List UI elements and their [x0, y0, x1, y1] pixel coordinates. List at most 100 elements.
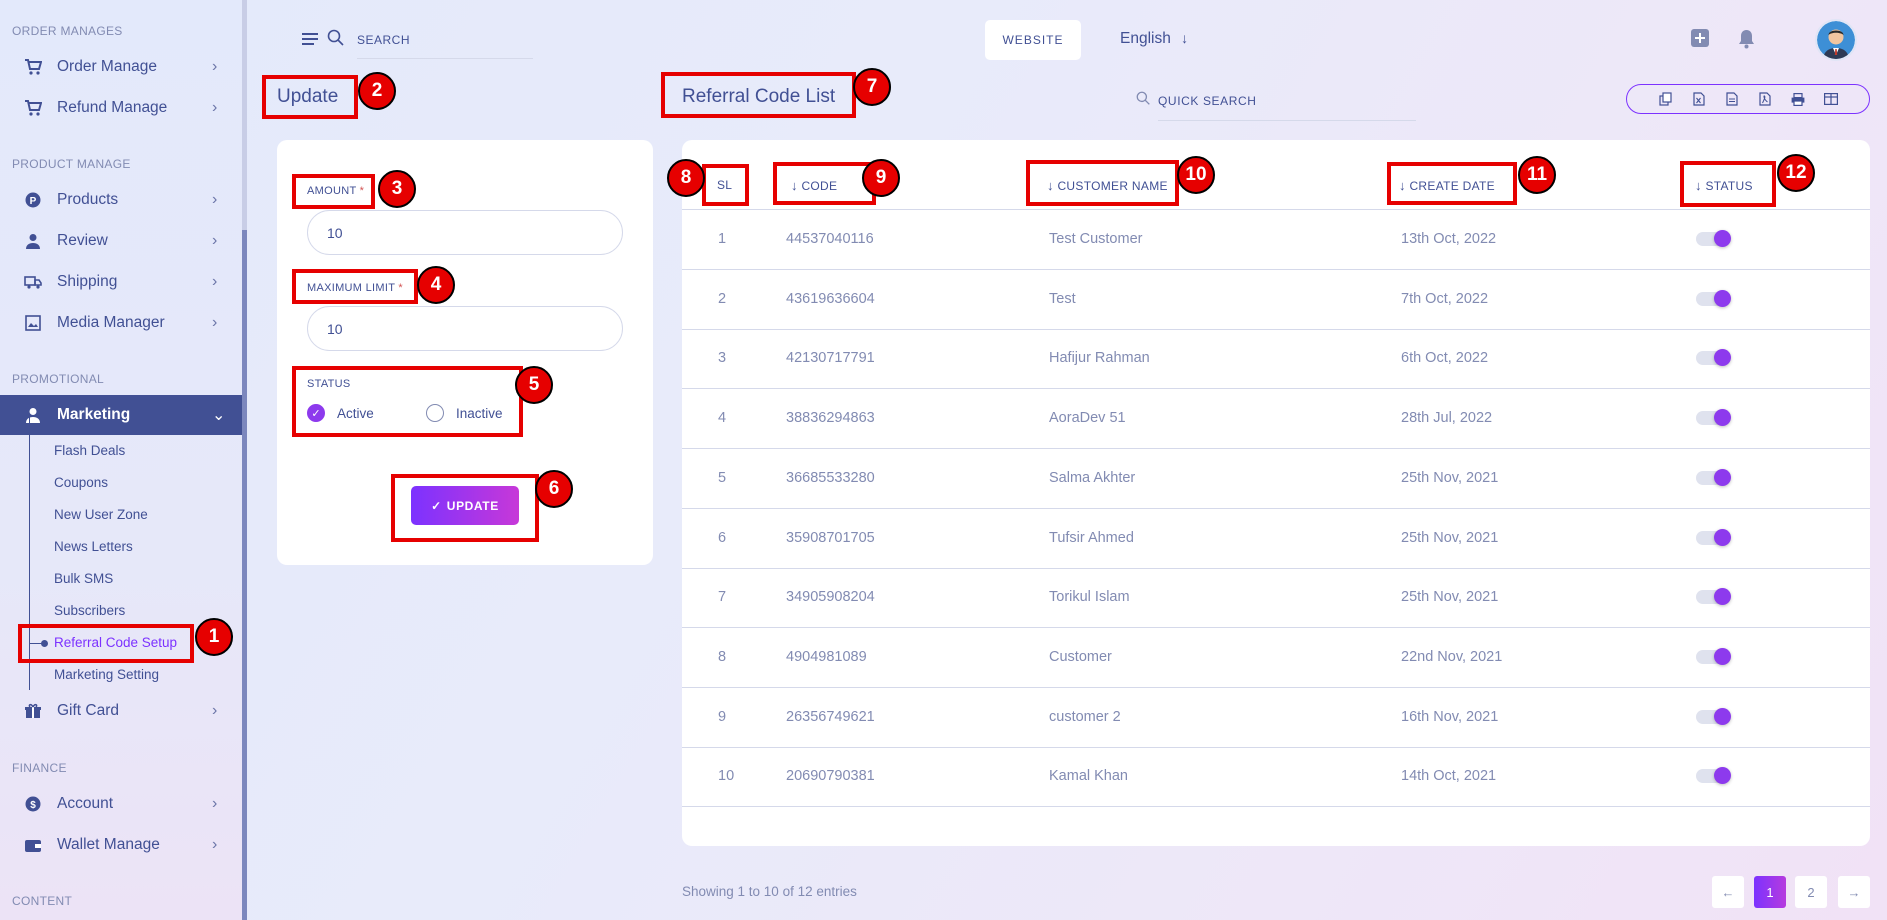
sidebar: ORDER MANAGES Order Manage › Refund Mana…: [0, 0, 242, 920]
sidebar-item-media-manager[interactable]: Media Manager ›: [0, 304, 242, 342]
cell-customer-name: Tufsir Ahmed: [1049, 529, 1134, 546]
cell-sl: 7: [718, 589, 727, 606]
status-toggle[interactable]: [1696, 588, 1731, 606]
cell-code: 26356749621: [786, 708, 875, 725]
submenu-bulk-sms[interactable]: Bulk SMS: [54, 571, 113, 586]
cell-code: 42130717791: [786, 350, 875, 367]
sidebar-item-order-manage[interactable]: Order Manage ›: [0, 48, 242, 86]
table-row[interactable]: 7 34905908204 Torikul Islam 25th Nov, 2021: [682, 568, 1870, 629]
cell-code: 36685533280: [786, 469, 875, 486]
sidebar-scrollbar-thumb[interactable]: [242, 230, 247, 920]
add-square-icon[interactable]: [1691, 29, 1709, 52]
sidebar-item-label: Account: [57, 795, 114, 812]
toggle-knob: [1714, 707, 1731, 725]
status-toggle[interactable]: [1696, 647, 1731, 665]
annotation-badge-1: 1: [195, 618, 233, 656]
cell-sl: 6: [718, 529, 727, 546]
amount-field[interactable]: [307, 210, 623, 255]
chevron-right-icon: ›: [212, 702, 218, 719]
cell-create-date: 25th Nov, 2021: [1401, 529, 1499, 546]
cell-customer-name: customer 2: [1049, 708, 1121, 725]
sidebar-item-marketing[interactable]: Marketing ⌄: [0, 395, 242, 435]
columns-icon[interactable]: [1814, 85, 1847, 113]
chevron-right-icon: ›: [212, 795, 218, 812]
sidebar-item-gift-card[interactable]: Gift Card ›: [0, 692, 242, 730]
quick-search-input[interactable]: [1158, 87, 1416, 121]
chevron-right-icon: ›: [212, 58, 218, 75]
sidebar-item-review[interactable]: Review ›: [0, 222, 242, 260]
table-row[interactable]: 6 35908701705 Tufsir Ahmed 25th Nov, 2021: [682, 509, 1870, 569]
section-content: CONTENT: [12, 894, 73, 908]
arrow-left-icon: ←: [1721, 884, 1735, 900]
table-row[interactable]: 9 26356749621 customer 2 16th Nov, 2021: [682, 688, 1870, 748]
maximum-limit-field[interactable]: [307, 306, 623, 351]
status-toggle[interactable]: [1696, 767, 1731, 785]
submenu-new-user-zone[interactable]: New User Zone: [54, 507, 148, 522]
svg-text:P: P: [30, 196, 37, 207]
sidebar-item-wallet-manage[interactable]: Wallet Manage ›: [0, 826, 242, 864]
annotation-box-8: [702, 164, 749, 206]
sidebar-item-label: Review: [57, 232, 108, 249]
sidebar-item-label: Wallet Manage: [57, 836, 160, 853]
cell-customer-name: Salma Akhter: [1049, 469, 1136, 486]
pagination-page-2[interactable]: 2: [1795, 876, 1827, 908]
wallet-icon: [24, 836, 42, 854]
status-toggle[interactable]: [1696, 230, 1731, 247]
submenu-news-letters[interactable]: News Letters: [54, 539, 133, 554]
pagination-next[interactable]: →: [1838, 876, 1870, 908]
table-row[interactable]: 5 36685533280 Salma Akhter 25th Nov, 2021: [682, 449, 1870, 509]
status-toggle[interactable]: [1696, 468, 1731, 486]
submenu-marketing-setting[interactable]: Marketing Setting: [54, 667, 159, 682]
arrow-down-icon: ↓: [1181, 30, 1189, 46]
submenu-flash-deals[interactable]: Flash Deals: [54, 443, 125, 458]
sidebar-item-account[interactable]: $ Account ›: [0, 785, 242, 823]
table-row[interactable]: 10 20690790381 Kamal Khan 14th Oct, 2021: [682, 747, 1870, 808]
cell-customer-name: Test: [1049, 290, 1076, 307]
pdf-icon[interactable]: [1748, 85, 1781, 113]
search-input[interactable]: [357, 29, 533, 59]
annotation-box-6: [391, 474, 539, 542]
table-row[interactable]: 2 43619636604 Test 7th Oct, 2022: [682, 270, 1870, 330]
annotation-badge-2: 2: [358, 72, 396, 110]
status-toggle[interactable]: [1696, 289, 1731, 307]
chevron-right-icon: ›: [212, 273, 218, 290]
avatar[interactable]: [1815, 19, 1857, 61]
menu-icon[interactable]: [302, 32, 318, 51]
cell-sl: 9: [718, 708, 727, 725]
website-button[interactable]: WEBSITE: [985, 20, 1081, 60]
print-icon[interactable]: [1781, 85, 1814, 113]
submenu-coupons[interactable]: Coupons: [54, 475, 108, 490]
language-label: English: [1120, 30, 1171, 47]
chevron-right-icon: ›: [212, 191, 218, 208]
bell-icon[interactable]: [1738, 29, 1755, 54]
table-row[interactable]: 4 38836294863 AoraDev 51 28th Jul, 2022: [682, 389, 1870, 450]
sidebar-item-shipping[interactable]: Shipping ›: [0, 263, 242, 301]
cell-create-date: 25th Nov, 2021: [1401, 589, 1499, 606]
table-row[interactable]: 1 44537040116 Test Customer 13th Oct, 2022: [682, 210, 1870, 270]
annotation-badge-9: 9: [862, 159, 900, 197]
submenu-subscribers[interactable]: Subscribers: [54, 603, 125, 618]
status-toggle[interactable]: [1696, 528, 1731, 546]
table-row[interactable]: 8 4904981089 Customer 22nd Nov, 2021: [682, 628, 1870, 688]
status-toggle[interactable]: [1696, 707, 1731, 725]
gift-icon: [24, 702, 42, 720]
excel-icon[interactable]: [1682, 85, 1715, 113]
annotation-box-12: [1680, 161, 1776, 207]
pagination-prev[interactable]: ←: [1712, 876, 1744, 908]
csv-icon[interactable]: [1715, 85, 1748, 113]
pagination-page-1[interactable]: 1: [1754, 876, 1786, 908]
annotation-badge-11: 11: [1518, 156, 1556, 194]
cell-customer-name: Torikul Islam: [1049, 589, 1130, 606]
copy-icon[interactable]: [1649, 85, 1682, 113]
table-row[interactable]: 3 42130717791 Hafijur Rahman 6th Oct, 2022: [682, 329, 1870, 390]
cell-customer-name: AoraDev 51: [1049, 410, 1126, 427]
cell-sl: 4: [718, 410, 727, 427]
sidebar-item-refund-manage[interactable]: Refund Manage ›: [0, 89, 242, 127]
status-toggle[interactable]: [1696, 409, 1731, 427]
language-select[interactable]: English ↓: [1120, 30, 1188, 48]
status-toggle[interactable]: [1696, 349, 1731, 367]
cell-customer-name: Test Customer: [1049, 231, 1143, 247]
cell-sl: 10: [718, 768, 735, 785]
annotation-badge-7: 7: [853, 68, 891, 106]
sidebar-item-products[interactable]: P Products ›: [0, 181, 242, 219]
